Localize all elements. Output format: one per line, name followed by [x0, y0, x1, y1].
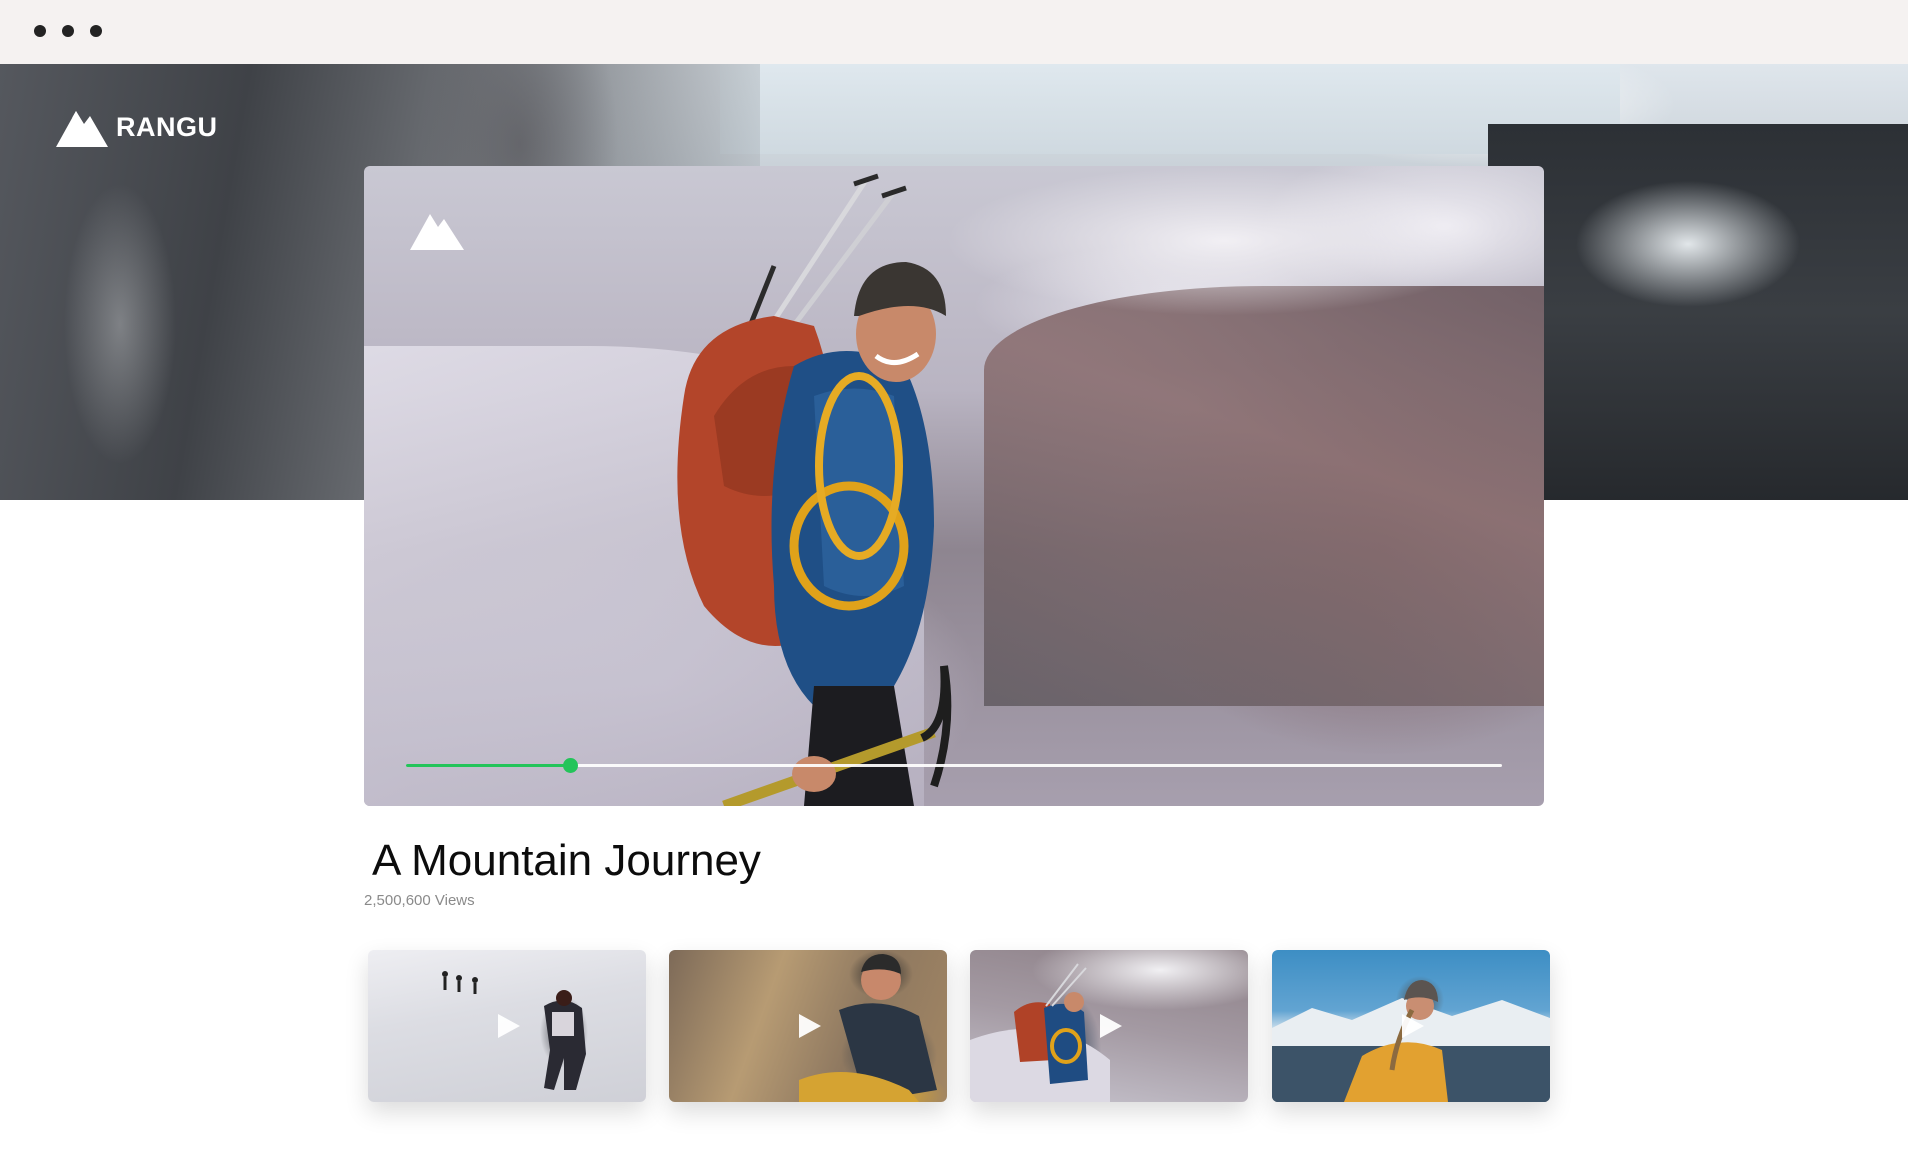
window-dot-icon[interactable]: [90, 25, 102, 37]
video-frame-cliff: [984, 286, 1544, 706]
hero-sky: [720, 64, 1620, 154]
related-videos: [368, 950, 1550, 1102]
window-titlebar: [0, 0, 1908, 64]
window-dot-icon[interactable]: [34, 25, 46, 37]
progress-fill: [406, 764, 571, 767]
mountain-logo-icon: [410, 214, 464, 250]
play-icon: [498, 1014, 520, 1038]
video-frame-hiker: [677, 173, 952, 806]
related-video-thumbnail[interactable]: [970, 950, 1248, 1102]
related-video-thumbnail[interactable]: [669, 950, 947, 1102]
play-icon: [799, 1014, 821, 1038]
related-video-thumbnail[interactable]: [368, 950, 646, 1102]
brand-logo[interactable]: RANGU: [56, 107, 218, 147]
play-icon: [1100, 1014, 1122, 1038]
video-player[interactable]: [364, 166, 1544, 806]
hero-rock-right: [1488, 124, 1908, 500]
brand-name: RANGU: [116, 111, 218, 142]
progress-bar[interactable]: [406, 758, 1502, 773]
window-dot-icon[interactable]: [62, 25, 74, 37]
mountain-logo-icon: [56, 111, 108, 147]
play-icon: [1402, 1014, 1424, 1038]
related-video-thumbnail[interactable]: [1272, 950, 1550, 1102]
video-frame-cloud: [944, 166, 1504, 316]
view-count: 2,500,600 Views: [364, 892, 475, 909]
video-title: A Mountain Journey: [372, 836, 761, 885]
